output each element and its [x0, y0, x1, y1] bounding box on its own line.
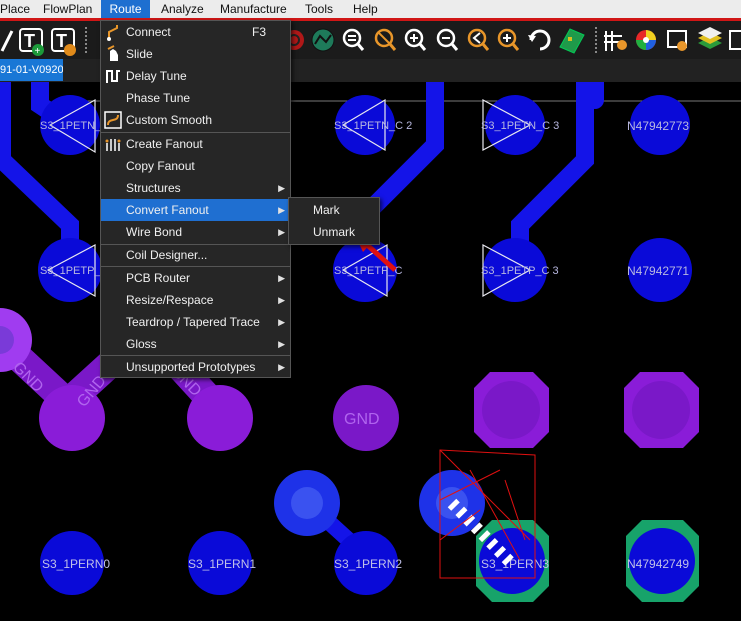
board-3d-icon[interactable]: [559, 28, 585, 54]
menu-item-phase-tune[interactable]: Phase Tune: [101, 87, 290, 109]
menu-flowplan[interactable]: FlowPlan: [43, 0, 92, 18]
menu-item-pcb-router[interactable]: PCB Router ▶: [101, 267, 290, 289]
menu-help[interactable]: Help: [353, 0, 378, 18]
pad-label: S3_1PETN_C 3: [481, 120, 559, 132]
zoom-previous-icon[interactable]: [467, 28, 490, 51]
pad-label: S3_1PETP_C 3: [481, 265, 559, 277]
menu-analyze[interactable]: Analyze: [161, 0, 204, 18]
pad-label: S3_1PERN1: [188, 557, 256, 571]
pad-label: S3_1PETP_C: [40, 265, 109, 277]
visibility-icon[interactable]: [667, 30, 687, 51]
gnd-label: GND: [344, 411, 380, 428]
tab-design[interactable]: 91-01-V0920: [0, 59, 63, 81]
menu-item-connect[interactable]: Connect F3: [101, 21, 290, 43]
color-icon[interactable]: [636, 30, 656, 50]
zoom-out-icon[interactable]: [436, 28, 459, 51]
submenu-arrow-icon: ▶: [278, 339, 285, 349]
menu-tools[interactable]: Tools: [305, 0, 333, 18]
submenu-arrow-icon: ▶: [278, 227, 285, 237]
menu-item-copy-fanout[interactable]: Copy Fanout: [101, 155, 290, 177]
pad-label: S3_1PERN2: [334, 557, 402, 571]
menu-item-coil-designer[interactable]: Coil Designer...: [101, 244, 290, 266]
menu-item-unsupported-prototypes[interactable]: Unsupported Prototypes ▶: [101, 356, 290, 378]
menu-manufacture[interactable]: Manufacture: [220, 0, 287, 18]
pad-label: N47942749: [627, 557, 689, 571]
grid-icon[interactable]: [604, 31, 627, 51]
net-icon[interactable]: [311, 28, 335, 52]
draw-line-icon[interactable]: [0, 30, 14, 52]
route-menu: Connect F3 Slide Delay Tune Phase Tune Cu…: [100, 20, 291, 378]
layers-icon[interactable]: [698, 27, 722, 49]
submenu-arrow-icon: ▶: [278, 183, 285, 193]
submenu-arrow-icon: ▶: [278, 362, 285, 372]
options-icon[interactable]: [729, 30, 741, 50]
connect-icon: [107, 25, 118, 41]
redraw-icon[interactable]: [528, 29, 551, 51]
zoom-fit-icon[interactable]: [342, 28, 365, 51]
pad-label: N47942773: [627, 119, 689, 133]
menu-item-unmark[interactable]: Unmark: [289, 221, 379, 243]
pad-label: S3_1PETN_C: [40, 120, 109, 132]
zoom-center-icon[interactable]: [497, 28, 520, 51]
menu-place[interactable]: Place: [0, 0, 30, 18]
menu-item-convert-fanout[interactable]: Convert Fanout ▶: [101, 199, 290, 221]
menu-item-gloss[interactable]: Gloss ▶: [101, 333, 290, 355]
submenu-arrow-icon: ▶: [278, 273, 285, 283]
menu-route[interactable]: Route: [101, 0, 150, 18]
delay-tune-icon: [106, 70, 120, 83]
menu-item-teardrop[interactable]: Teardrop / Tapered Trace ▶: [101, 311, 290, 333]
slide-icon: [107, 45, 118, 61]
edit-text-icon[interactable]: T: [51, 28, 76, 56]
menu-item-create-fanout[interactable]: Create Fanout: [101, 133, 290, 155]
menu-item-mark[interactable]: Mark: [289, 199, 379, 221]
menu-item-structures[interactable]: Structures ▶: [101, 177, 290, 199]
submenu-arrow-icon: ▶: [278, 295, 285, 305]
zoom-area-icon[interactable]: [374, 28, 397, 51]
pad-label: S3_1PERN3: [481, 557, 549, 571]
menu-item-resize-respace[interactable]: Resize/Respace ▶: [101, 289, 290, 311]
pad-label: S3_1PETN_C 2: [334, 120, 412, 132]
pad-label: N47942771: [627, 264, 689, 278]
pad-label: S3_1PERN0: [42, 557, 110, 571]
custom-smooth-icon: [104, 111, 122, 129]
add-text-icon[interactable]: T +: [19, 28, 44, 57]
svg-text:+: +: [35, 46, 41, 57]
menu-bar: Place FlowPlan Route Analyze Manufacture…: [0, 0, 741, 21]
zoom-in-icon[interactable]: [404, 28, 427, 51]
submenu-arrow-icon: ▶: [278, 317, 285, 327]
create-fanout-icon: [105, 139, 121, 151]
convert-fanout-submenu: Mark Unmark: [288, 197, 380, 245]
menu-item-custom-smooth[interactable]: Custom Smooth: [101, 109, 290, 131]
submenu-arrow-icon: ▶: [278, 205, 285, 215]
menu-item-slide[interactable]: Slide: [101, 43, 290, 65]
menu-item-delay-tune[interactable]: Delay Tune: [101, 65, 290, 87]
menu-item-wire-bond[interactable]: Wire Bond ▶: [101, 221, 290, 243]
